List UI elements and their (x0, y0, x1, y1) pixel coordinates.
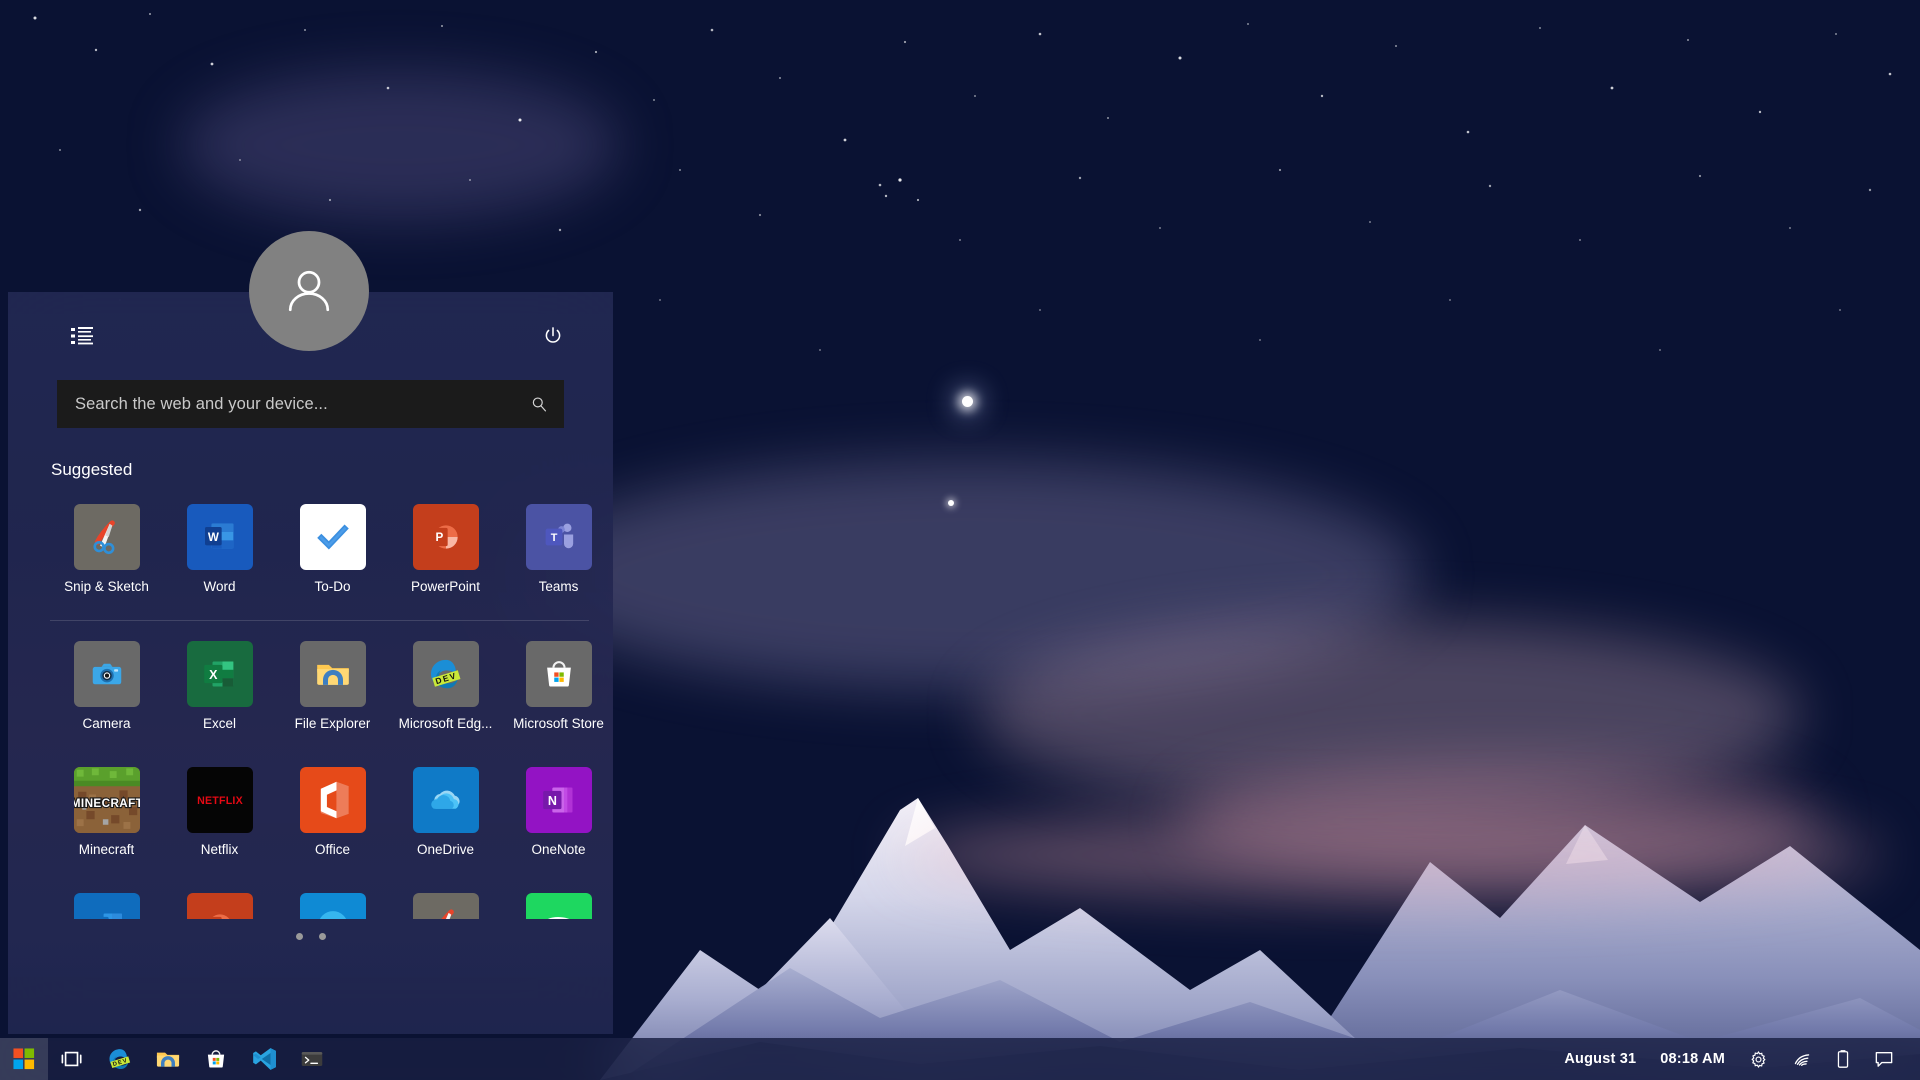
all-apps-list-icon[interactable] (62, 316, 102, 356)
tray-clock[interactable]: 08:18 AM (1648, 1038, 1737, 1080)
app-label: File Explorer (294, 716, 371, 731)
notification-chat-icon[interactable] (1862, 1038, 1906, 1080)
excel-icon: X (186, 641, 253, 707)
tray-date[interactable]: August 31 (1552, 1038, 1648, 1080)
apps-row-1: Camera X Excel File Explorer DEV Microso… (8, 621, 613, 745)
netflix-icon: NETFLIX (186, 767, 253, 833)
powerpoint-icon: P (412, 504, 479, 570)
onedrive-icon (412, 767, 479, 833)
snip-sketch-icon (73, 504, 140, 570)
svg-text:P: P (435, 531, 443, 544)
onenote-icon: N (525, 767, 592, 833)
powerpoint-icon: P (186, 893, 253, 919)
time-text: 08:18 AM (1660, 1051, 1725, 1067)
page-dots (8, 933, 613, 940)
office-icon (299, 767, 366, 833)
svg-text:N: N (547, 794, 556, 808)
app-tile-netflix[interactable]: NETFLIX Netflix (163, 761, 276, 871)
svg-text:T: T (550, 532, 557, 544)
svg-text:W: W (207, 531, 218, 544)
microsoft-store-icon (525, 641, 592, 707)
app-label: Excel (202, 716, 236, 731)
app-tile-microsoft-edge-dev[interactable]: DEV Microsoft Edg... (389, 635, 502, 745)
power-icon[interactable] (533, 316, 573, 356)
gear-icon[interactable] (1737, 1038, 1780, 1080)
minecraft-icon: MINECRAFT (73, 767, 140, 833)
camera-icon (73, 641, 140, 707)
app-tile-microsoft-store[interactable]: Microsoft Store (502, 635, 613, 745)
app-tile-camera[interactable]: Camera (50, 635, 163, 745)
terminal-button[interactable] (288, 1038, 336, 1080)
app-tile-office[interactable]: Office (276, 761, 389, 871)
app-tile-onedrive[interactable]: OneDrive (389, 761, 502, 871)
app-tile-minecraft[interactable]: MINECRAFT Minecraft (50, 761, 163, 871)
app-tile-outlook[interactable]: O Outlook (50, 887, 163, 919)
user-avatar[interactable] (249, 231, 369, 351)
spotify-icon (525, 893, 592, 919)
teams-icon: T (525, 504, 592, 570)
app-tile-snip-sketch[interactable]: Snip & Sketch (50, 498, 163, 608)
svg-text:NETFLIX: NETFLIX (197, 795, 243, 807)
date-text: August 31 (1564, 1051, 1637, 1067)
app-label: Netflix (200, 842, 239, 857)
outlook-icon: O (73, 893, 140, 919)
app-tile-to-do[interactable]: To-Do (276, 498, 389, 608)
app-tile-excel[interactable]: X Excel (163, 635, 276, 745)
search-area: Search the web and your device... (8, 380, 613, 428)
file-explorer-icon (299, 641, 366, 707)
app-label: Microsoft Edg... (398, 716, 493, 731)
app-label: OneDrive (416, 842, 475, 857)
app-label: PowerPoint (410, 579, 481, 594)
app-label: Office (314, 842, 350, 857)
app-tile-word[interactable]: W Word (163, 498, 276, 608)
app-label: To-Do (314, 579, 351, 594)
microsoft-store-button[interactable] (192, 1038, 240, 1080)
app-tile-skype[interactable]: S Skype (276, 887, 389, 919)
system-tray: August 31 08:18 AM (1552, 1038, 1920, 1080)
search-placeholder: Search the web and your device... (75, 394, 328, 413)
svg-text:S: S (326, 916, 338, 919)
vscode-button[interactable] (240, 1038, 288, 1080)
app-label: Word (203, 579, 236, 594)
battery-icon[interactable] (1824, 1038, 1862, 1080)
app-tile-powerpoint[interactable]: P PowerPoint (389, 498, 502, 608)
snip-sketch-icon (412, 893, 479, 919)
app-tile-teams[interactable]: T Teams (502, 498, 613, 608)
page-dot-1[interactable] (295, 933, 303, 940)
horizon-glow (900, 810, 1880, 900)
app-grid-scroll[interactable]: Snip & Sketch W Word To-Do P PowerPoint … (8, 488, 613, 940)
edge-dev-button[interactable]: DEV (96, 1038, 144, 1080)
start-button[interactable] (0, 1038, 48, 1080)
app-label: Microsoft Store (513, 716, 604, 731)
apps-row-3-partial: O Outlook P (8, 871, 613, 919)
app-label: Snip & Sketch (64, 579, 149, 594)
app-label: Teams (538, 579, 579, 594)
app-tile-powerpoint-2[interactable]: P PowerPoint (163, 887, 276, 919)
taskbar[interactable]: DEV August 31 08:18 AM (0, 1038, 1920, 1080)
app-tile-onenote[interactable]: N OneNote (502, 761, 613, 871)
app-label: Camera (82, 716, 131, 731)
suggested-row: Snip & Sketch W Word To-Do P PowerPoint … (8, 488, 613, 608)
app-label: OneNote (531, 842, 586, 857)
app-tile-snip-sketch-2[interactable]: Snip & Sketch (389, 887, 502, 919)
todo-icon (299, 504, 366, 570)
task-view-button[interactable] (48, 1038, 96, 1080)
word-icon: W (186, 504, 253, 570)
search-icon[interactable] (531, 396, 548, 413)
wifi-icon[interactable] (1780, 1038, 1824, 1080)
suggested-heading: Suggested (51, 460, 133, 479)
app-tile-spotify[interactable]: Spotify (502, 887, 613, 919)
app-label: Minecraft (78, 842, 135, 857)
start-menu-panel[interactable]: Search the web and your device... Sugges… (8, 292, 613, 1034)
skype-icon: S (299, 893, 366, 919)
search-input[interactable]: Search the web and your device... (57, 380, 564, 428)
svg-text:MINECRAFT: MINECRAFT (74, 797, 140, 810)
app-tile-file-explorer[interactable]: File Explorer (276, 635, 389, 745)
edge-dev-icon: DEV (412, 641, 479, 707)
svg-text:X: X (209, 668, 218, 682)
taskbar-left-items: DEV (0, 1038, 336, 1080)
file-explorer-button[interactable] (144, 1038, 192, 1080)
apps-row-2: MINECRAFT Minecraft NETFLIX Netflix Offi… (8, 745, 613, 871)
page-dot-2[interactable] (318, 933, 326, 940)
